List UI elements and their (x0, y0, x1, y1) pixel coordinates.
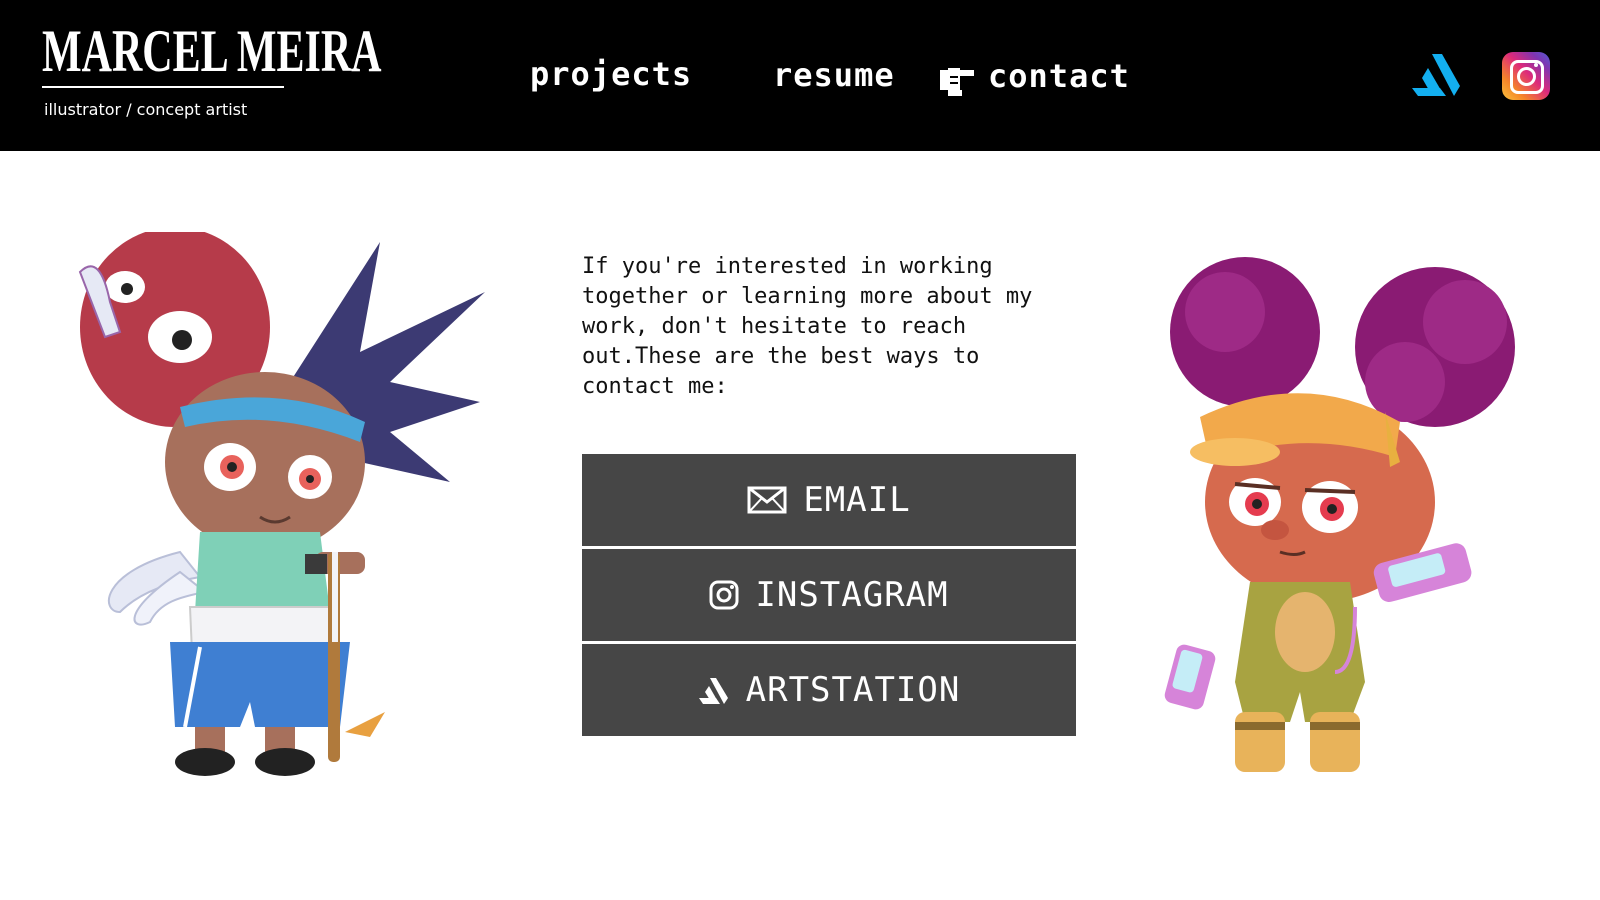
nav-projects[interactable]: projects (530, 55, 692, 93)
nav-contact[interactable]: contact (988, 57, 1130, 95)
site-header: MARCEL MEIRA illustrator / concept artis… (0, 0, 1600, 151)
pointing-hand-icon (940, 68, 974, 96)
logo-underline (42, 86, 284, 88)
email-button-label: EMAIL (803, 480, 911, 520)
contact-intro-text: If you're interested in working together… (582, 254, 1033, 399)
email-button[interactable]: EMAIL (582, 454, 1076, 546)
instagram-button[interactable]: INSTAGRAM (582, 549, 1076, 641)
artstation-button[interactable]: ARTSTATION (582, 644, 1076, 736)
instagram-icon (709, 580, 739, 610)
artstation-button-label: ARTSTATION (745, 670, 961, 710)
character-illustration-girl (1164, 257, 1515, 772)
site-logo[interactable]: MARCEL MEIRA illustrator / concept artis… (42, 18, 382, 119)
artstation-icon (698, 676, 730, 704)
nav-resume[interactable]: resume (773, 56, 895, 94)
instagram-icon[interactable] (1502, 52, 1550, 100)
instagram-button-label: INSTAGRAM (755, 575, 949, 615)
logo-subtitle: illustrator / concept artist (44, 100, 248, 119)
artstation-icon[interactable] (1410, 52, 1462, 98)
character-illustration-boy (78, 232, 485, 776)
logo-title: MARCEL MEIRA (42, 18, 382, 84)
envelope-icon (747, 486, 787, 514)
